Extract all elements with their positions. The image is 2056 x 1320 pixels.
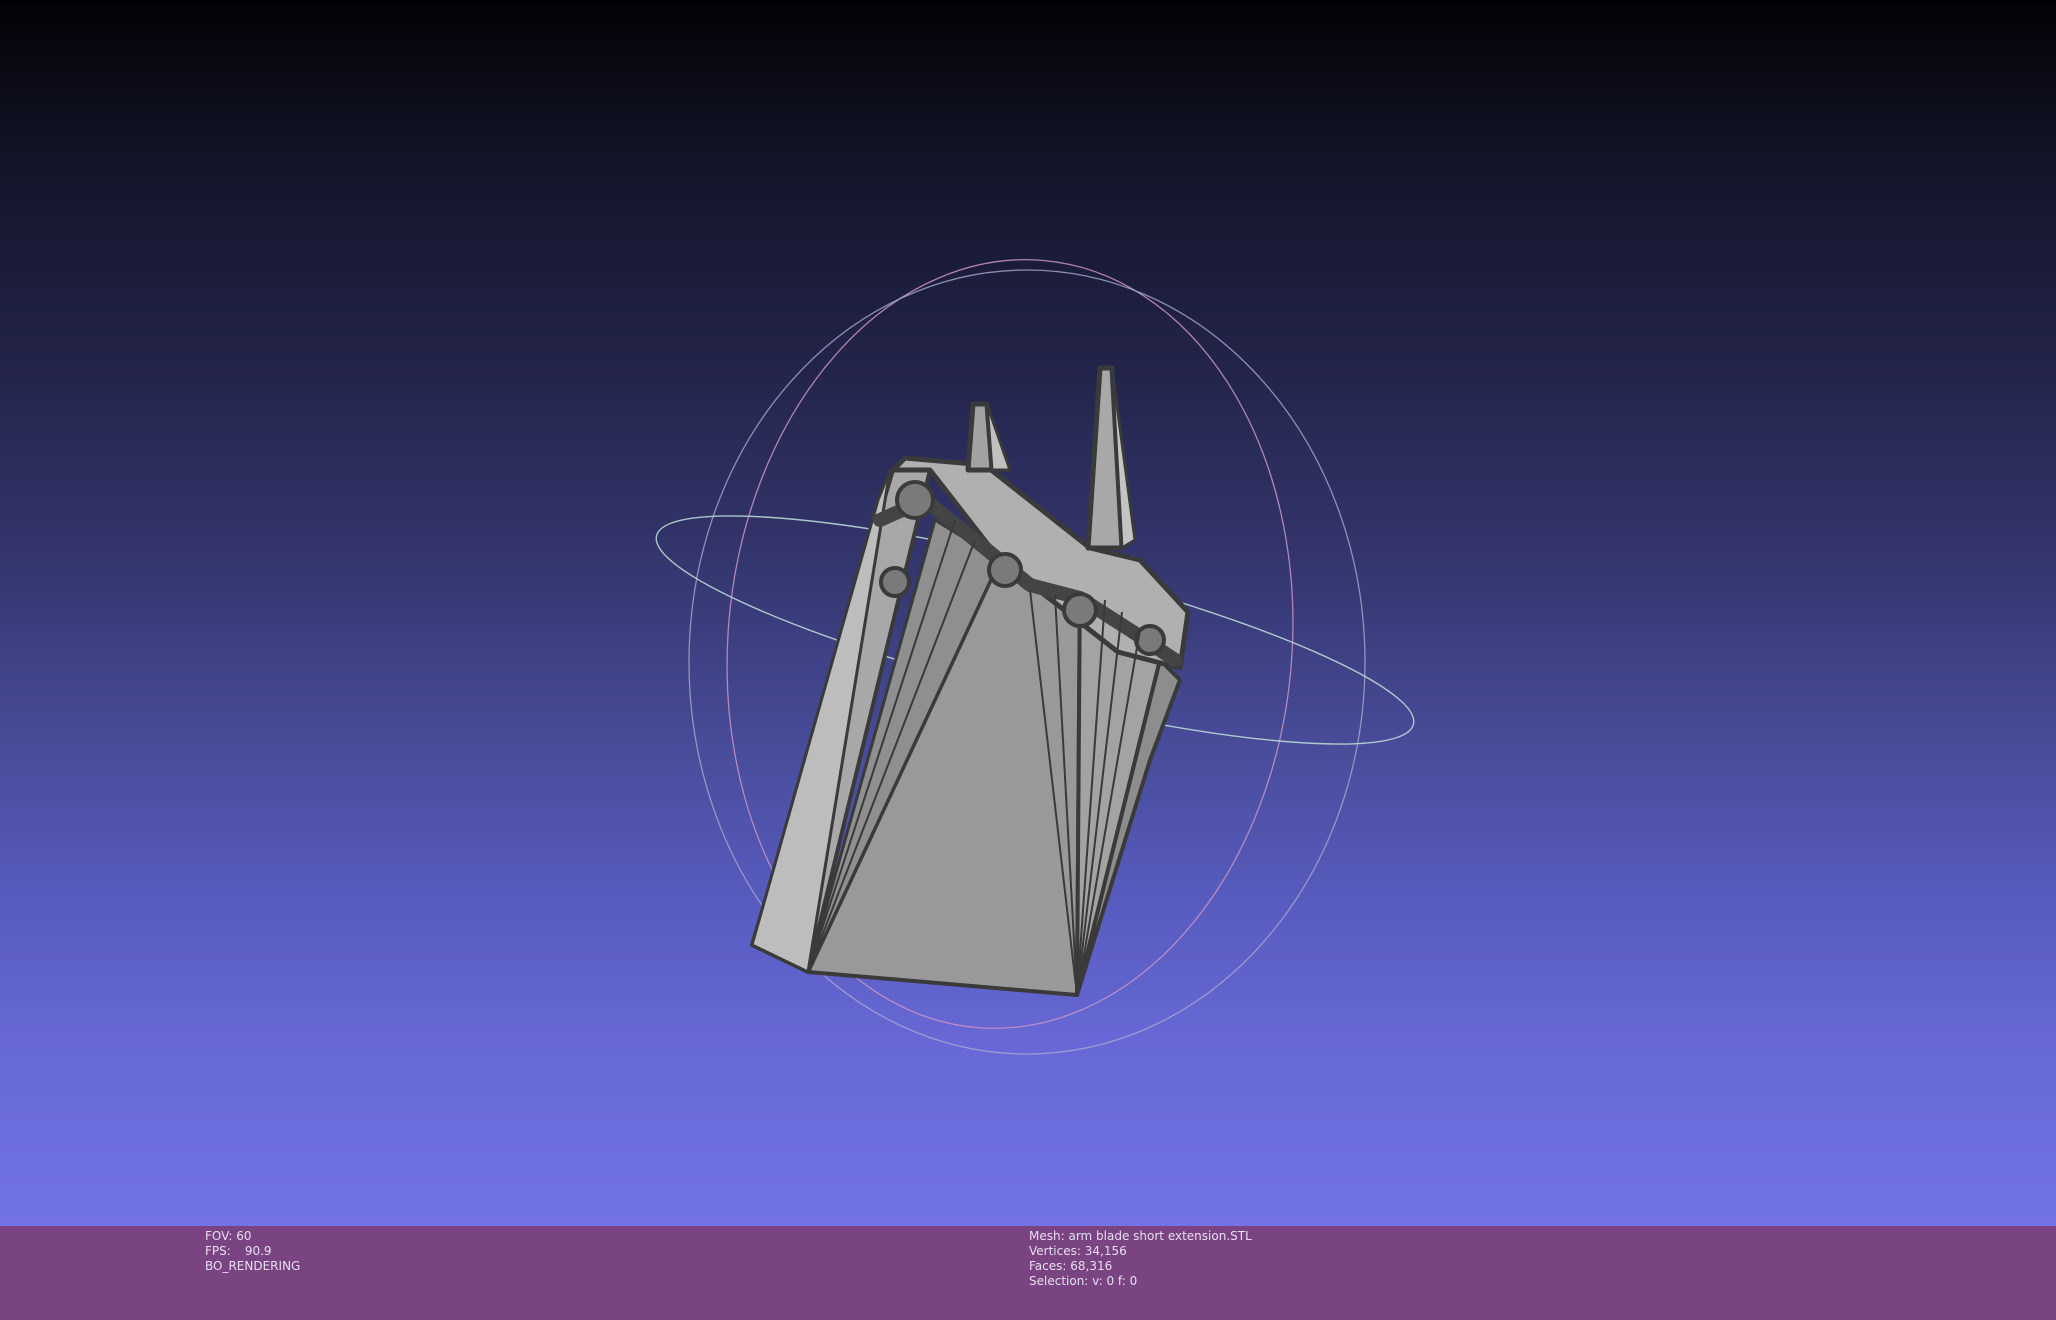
mesh-info-panel: Mesh: arm blade short extension.STL Vert…: [1029, 1229, 1252, 1289]
faces-value: 68,316: [1070, 1259, 1113, 1273]
mesh-scene[interactable]: [0, 0, 2056, 1226]
fps-row: FPS: 90.9: [205, 1244, 300, 1259]
fov-label: FOV:: [205, 1229, 233, 1243]
faces-label: Faces:: [1029, 1259, 1067, 1273]
render-mode: BO_RENDERING: [205, 1259, 301, 1273]
faces-row: Faces: 68,316: [1029, 1259, 1252, 1274]
status-bar: [0, 1226, 2056, 1320]
selection-value: v: 0 f: 0: [1092, 1274, 1138, 1288]
vertices-label: Vertices:: [1029, 1244, 1081, 1258]
fps-value: 90.9: [244, 1244, 272, 1258]
vertices-row: Vertices: 34,156: [1029, 1244, 1252, 1259]
fov-value: 60: [236, 1229, 252, 1243]
render-info-panel: FOV: 60 FPS: 90.9 BO_RENDERING: [205, 1229, 300, 1274]
mesh-model[interactable]: [750, 365, 1191, 997]
mesh-name: arm blade short extension.STL: [1068, 1229, 1252, 1243]
vertices-value: 34,156: [1084, 1244, 1127, 1258]
selection-label: Selection:: [1029, 1274, 1089, 1288]
3d-viewport[interactable]: [0, 0, 2056, 1226]
fov-row: FOV: 60: [205, 1229, 300, 1244]
selection-row: Selection: v: 0 f: 0: [1029, 1274, 1252, 1289]
fps-label: FPS:: [205, 1244, 231, 1258]
mesh-label: Mesh:: [1029, 1229, 1065, 1243]
mesh-row: Mesh: arm blade short extension.STL: [1029, 1229, 1252, 1244]
